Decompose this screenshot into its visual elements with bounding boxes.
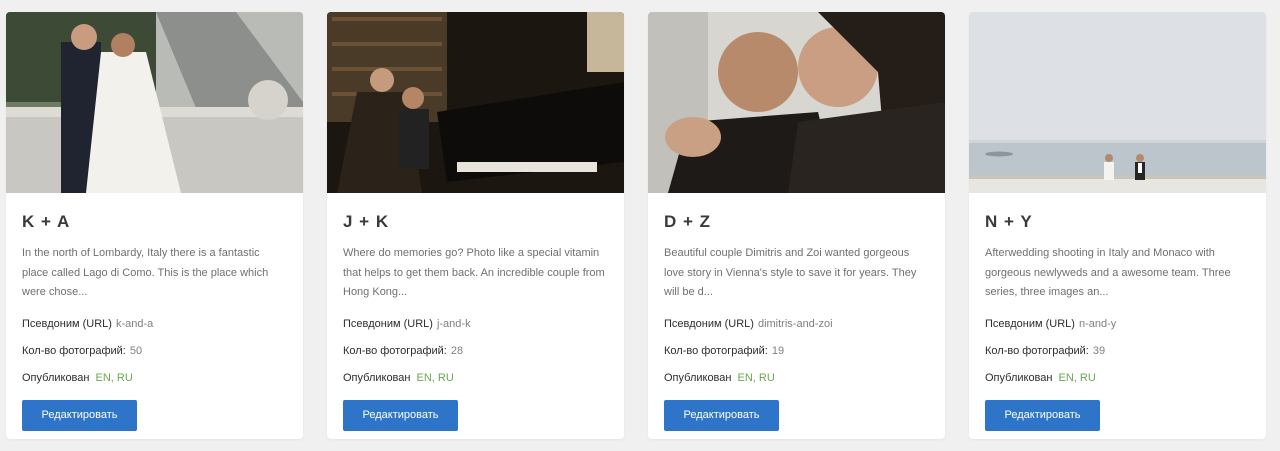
alias-label: Псевдоним (URL) <box>664 318 754 330</box>
gallery-title: N + Y <box>985 212 1033 231</box>
gallery-cover-photo[interactable] <box>327 12 624 193</box>
photo-count-value: 50 <box>129 345 143 357</box>
gallery-cover-photo[interactable] <box>6 12 303 193</box>
gallery-card-n-and-y: N + Y Afterwedding shooting in Italy and… <box>969 12 1266 439</box>
published-label: Опубликован <box>343 372 411 384</box>
edit-button[interactable]: Редактировать <box>22 400 137 431</box>
gallery-cover-photo[interactable] <box>969 12 1266 193</box>
published-label: Опубликован <box>985 372 1053 384</box>
alias-value: j-and-k <box>436 318 471 330</box>
photo-count-value: 28 <box>450 345 464 357</box>
gallery-card-j-and-k: J + K Where do memories go? Photo like a… <box>327 12 624 439</box>
photo-count-row: Кол-во фотографий: 28 <box>343 338 608 365</box>
published-languages: EN, RU <box>737 372 775 384</box>
alias-value: k-and-a <box>115 318 154 330</box>
edit-button[interactable]: Редактировать <box>985 400 1100 431</box>
gallery-description: Where do memories go? Photo like a speci… <box>343 247 605 298</box>
published-row: Опубликован EN, RU <box>664 365 929 392</box>
photo-count-label: Кол-во фотографий: <box>343 345 447 357</box>
published-label: Опубликован <box>664 372 732 384</box>
alias-row: Псевдоним (URL) dimitris-and-zoi <box>664 311 929 338</box>
published-languages: EN, RU <box>416 372 454 384</box>
gallery-description: In the north of Lombardy, Italy there is… <box>22 247 269 298</box>
alias-value: dimitris-and-zoi <box>757 318 833 330</box>
gallery-title: K + A <box>22 212 71 231</box>
gallery-cover-photo[interactable] <box>648 12 945 193</box>
gallery-title: D + Z <box>664 212 712 231</box>
alias-row: Псевдоним (URL) n-and-y <box>985 311 1250 338</box>
alias-row: Псевдоним (URL) j-and-k <box>343 311 608 338</box>
alias-label: Псевдоним (URL) <box>343 318 433 330</box>
published-languages: EN, RU <box>1058 372 1096 384</box>
gallery-title: J + K <box>343 212 390 231</box>
gallery-description: Afterwedding shooting in Italy and Monac… <box>985 247 1231 298</box>
gallery-card-k-and-a: K + A In the north of Lombardy, Italy th… <box>6 12 303 439</box>
photo-count-label: Кол-во фотографий: <box>664 345 768 357</box>
photo-count-row: Кол-во фотографий: 19 <box>664 338 929 365</box>
published-row: Опубликован EN, RU <box>22 365 287 392</box>
photo-count-label: Кол-во фотографий: <box>22 345 126 357</box>
alias-row: Псевдоним (URL) k-and-a <box>22 311 287 338</box>
photo-count-row: Кол-во фотографий: 39 <box>985 338 1250 365</box>
published-row: Опубликован EN, RU <box>343 365 608 392</box>
alias-label: Псевдоним (URL) <box>985 318 1075 330</box>
published-row: Опубликован EN, RU <box>985 365 1250 392</box>
published-label: Опубликован <box>22 372 90 384</box>
alias-value: n-and-y <box>1078 318 1117 330</box>
alias-label: Псевдоним (URL) <box>22 318 112 330</box>
gallery-description: Beautiful couple Dimitris and Zoi wanted… <box>664 247 917 298</box>
edit-button[interactable]: Редактировать <box>664 400 779 431</box>
published-languages: EN, RU <box>95 372 133 384</box>
photo-count-value: 39 <box>1092 345 1106 357</box>
photo-count-label: Кол-во фотографий: <box>985 345 1089 357</box>
gallery-card-dimitris-and-zoi: D + Z Beautiful couple Dimitris and Zoi … <box>648 12 945 439</box>
photo-count-row: Кол-во фотографий: 50 <box>22 338 287 365</box>
photo-count-value: 19 <box>771 345 785 357</box>
edit-button[interactable]: Редактировать <box>343 400 458 431</box>
